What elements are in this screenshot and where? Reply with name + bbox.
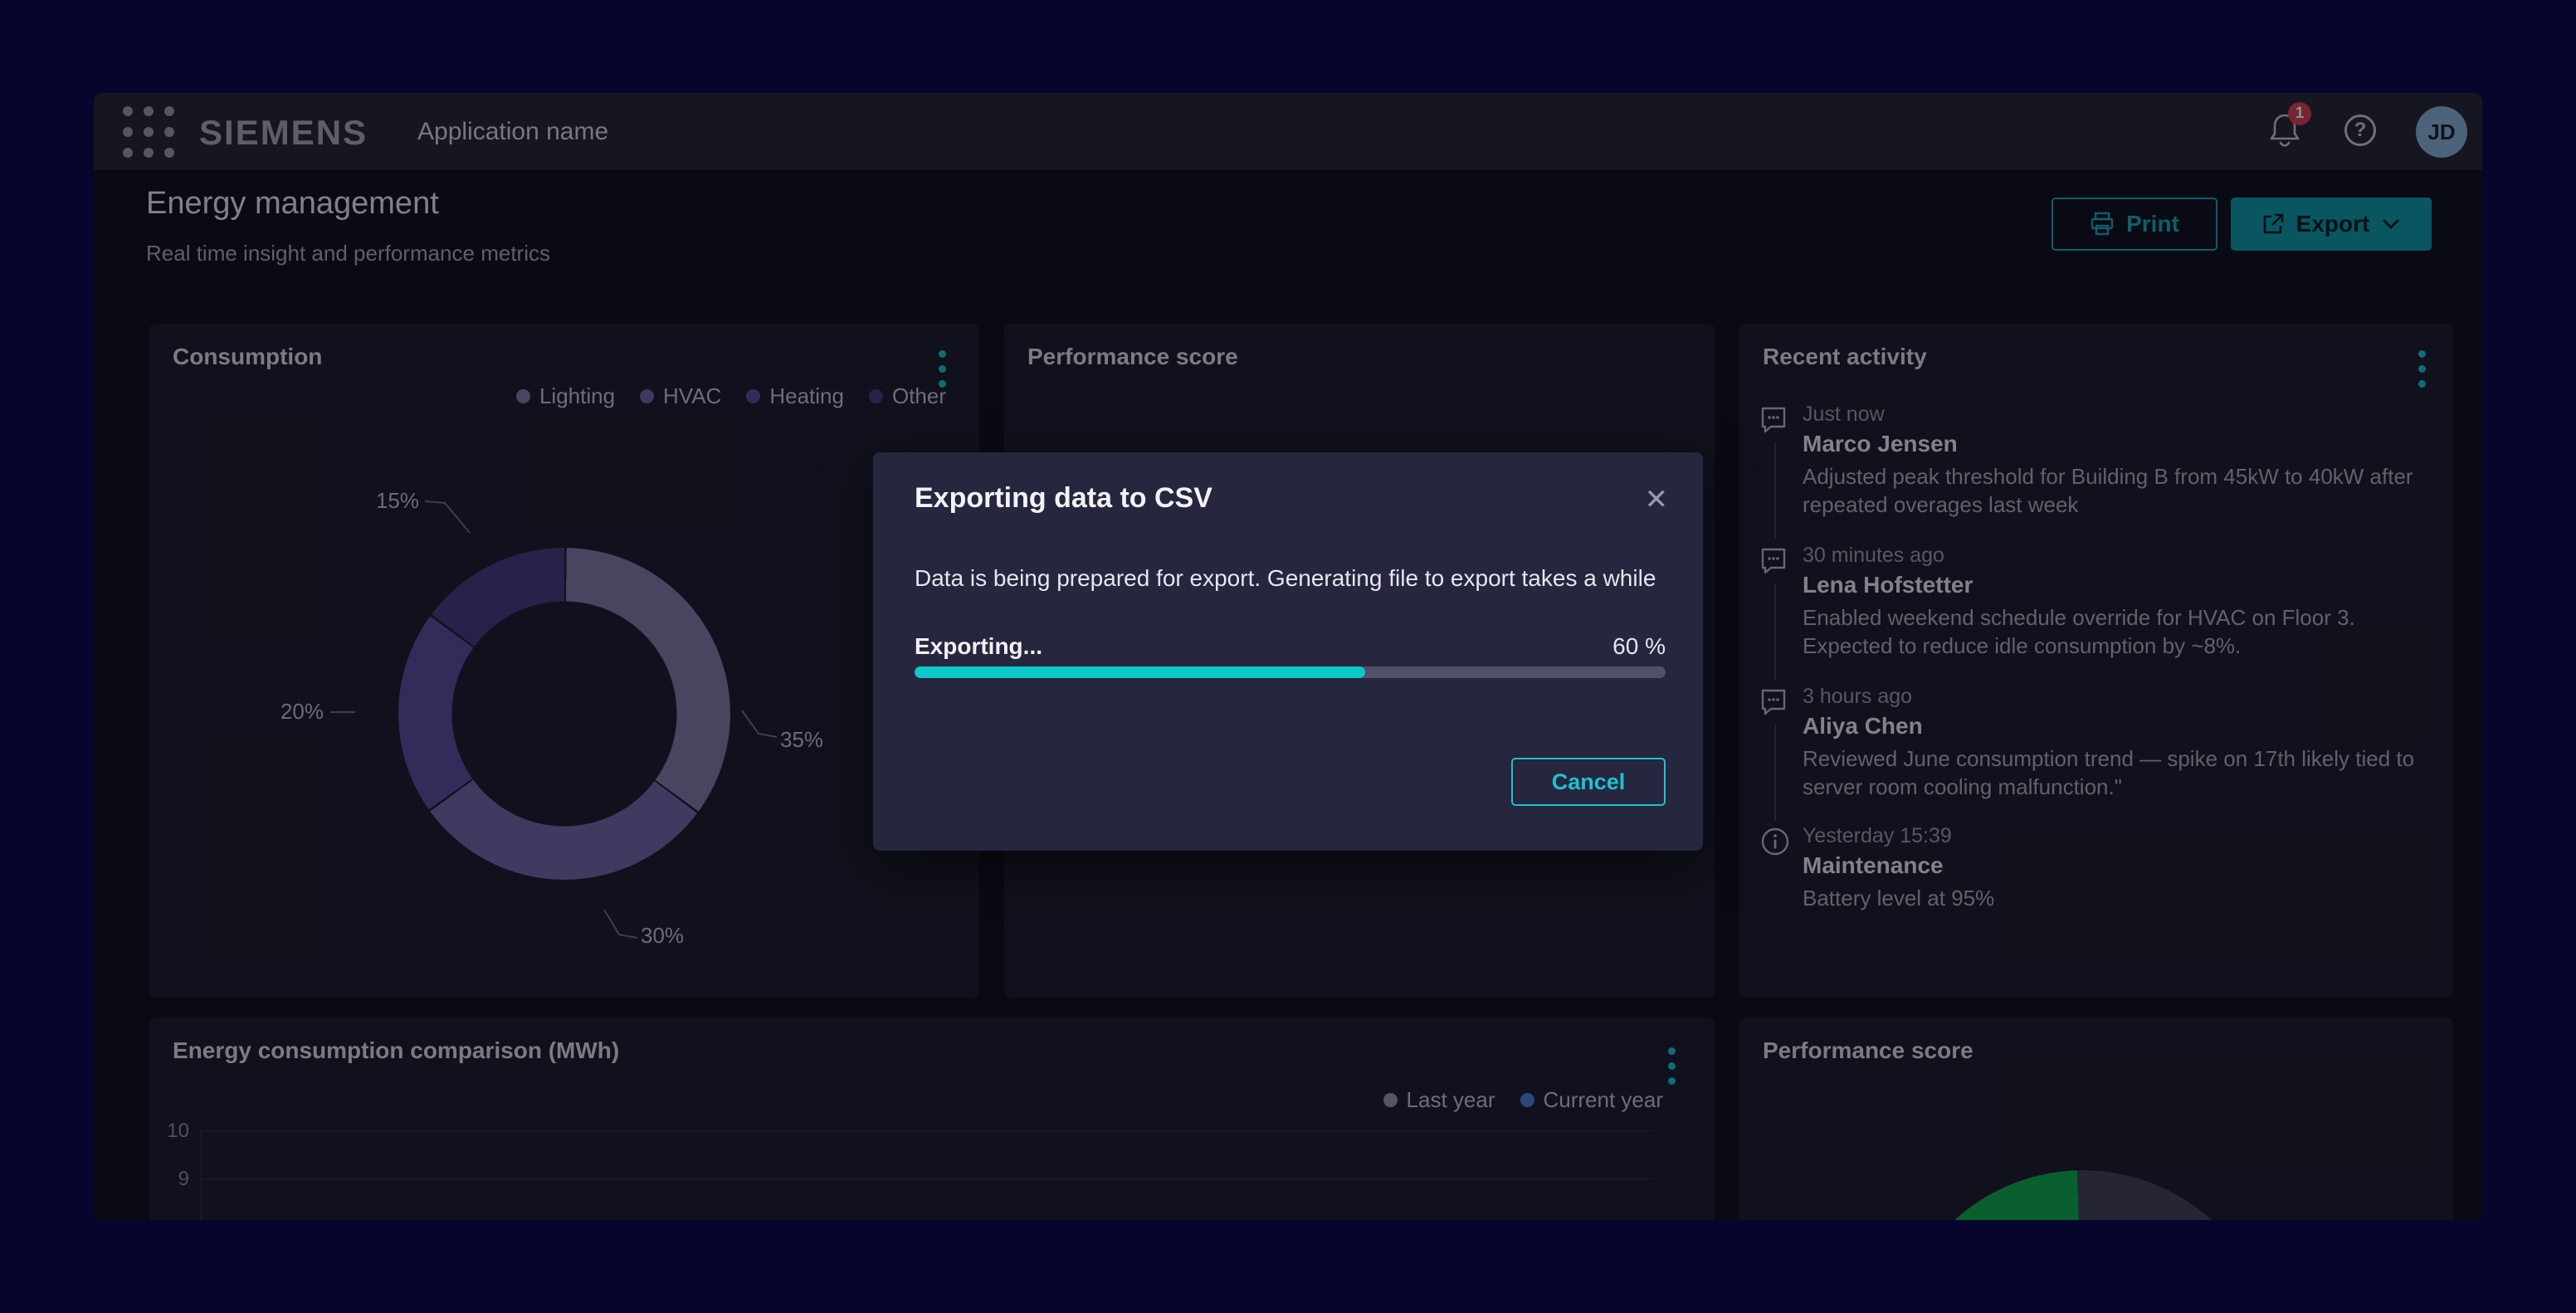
- export-modal: Exporting data to CSV ✕ Data is being pr…: [873, 452, 1703, 851]
- export-progress-bar: [915, 666, 1666, 678]
- progress-percent: 60 %: [1612, 633, 1666, 660]
- progress-label: Exporting...: [915, 633, 1042, 660]
- modal-title: Exporting data to CSV: [915, 482, 1212, 515]
- cancel-button[interactable]: Cancel: [1511, 758, 1666, 806]
- app-window: SIEMENS Application name 1 ? JD Energy m…: [94, 93, 2482, 1220]
- export-progress-fill: [915, 666, 1365, 678]
- close-icon[interactable]: ✕: [1645, 486, 1669, 514]
- modal-body-text: Data is being prepared for export. Gener…: [915, 565, 1661, 592]
- desktop-background: SIEMENS Application name 1 ? JD Energy m…: [0, 0, 2576, 1313]
